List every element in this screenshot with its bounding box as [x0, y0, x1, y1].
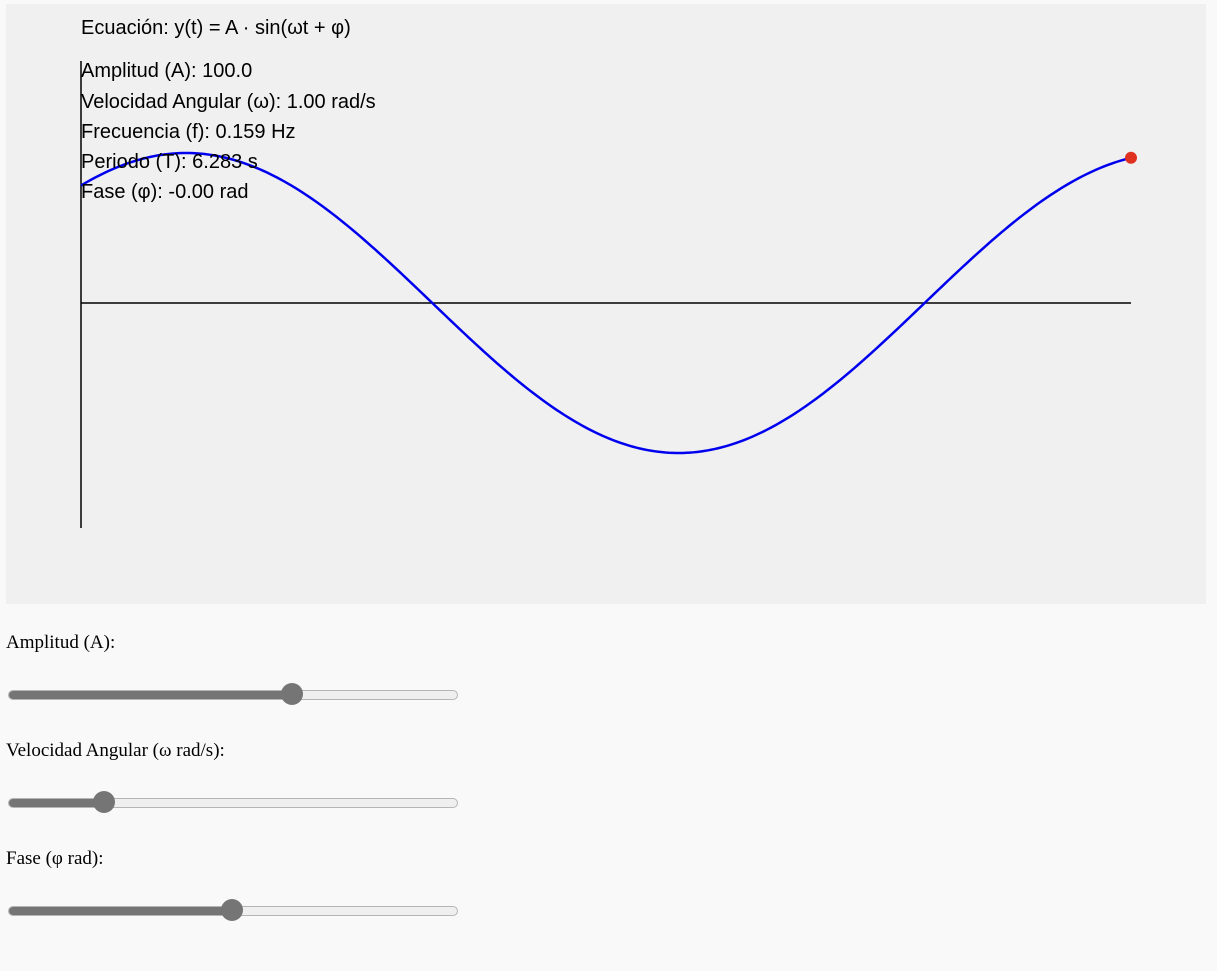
equation-label: Ecuación: y(t) = A · sin(ωt + φ)	[81, 17, 351, 39]
slider-fill	[9, 691, 296, 699]
phase-slider[interactable]	[8, 899, 458, 923]
slider-thumb[interactable]	[93, 791, 116, 813]
phase-label: Fase (φ rad):	[6, 848, 104, 869]
amplitude-slider[interactable]	[8, 683, 458, 707]
slider-thumb[interactable]	[221, 899, 243, 921]
amplitude-readout: Amplitud (A): 100.0	[81, 60, 253, 82]
angular-velocity-label: Velocidad Angular (ω rad/s):	[6, 740, 225, 761]
current-point-marker	[1125, 151, 1137, 164]
slider-thumb[interactable]	[280, 683, 303, 705]
angular-velocity-readout: Velocidad Angular (ω): 1.00 rad/s	[81, 91, 376, 113]
angular-velocity-slider[interactable]	[8, 791, 458, 815]
period-readout: Periodo (T): 6.283 s	[81, 151, 258, 173]
amplitude-label: Amplitud (A):	[6, 632, 116, 653]
slider-track	[8, 798, 458, 808]
wave-canvas: Ecuación: y(t) = A · sin(ωt + φ) Amplitu…	[6, 4, 1206, 604]
slider-fill	[9, 799, 99, 807]
slider-fill	[9, 907, 233, 915]
slider-track	[8, 690, 458, 700]
frequency-readout: Frecuencia (f): 0.159 Hz	[81, 121, 296, 143]
phase-readout: Fase (φ): -0.00 rad	[81, 181, 249, 203]
